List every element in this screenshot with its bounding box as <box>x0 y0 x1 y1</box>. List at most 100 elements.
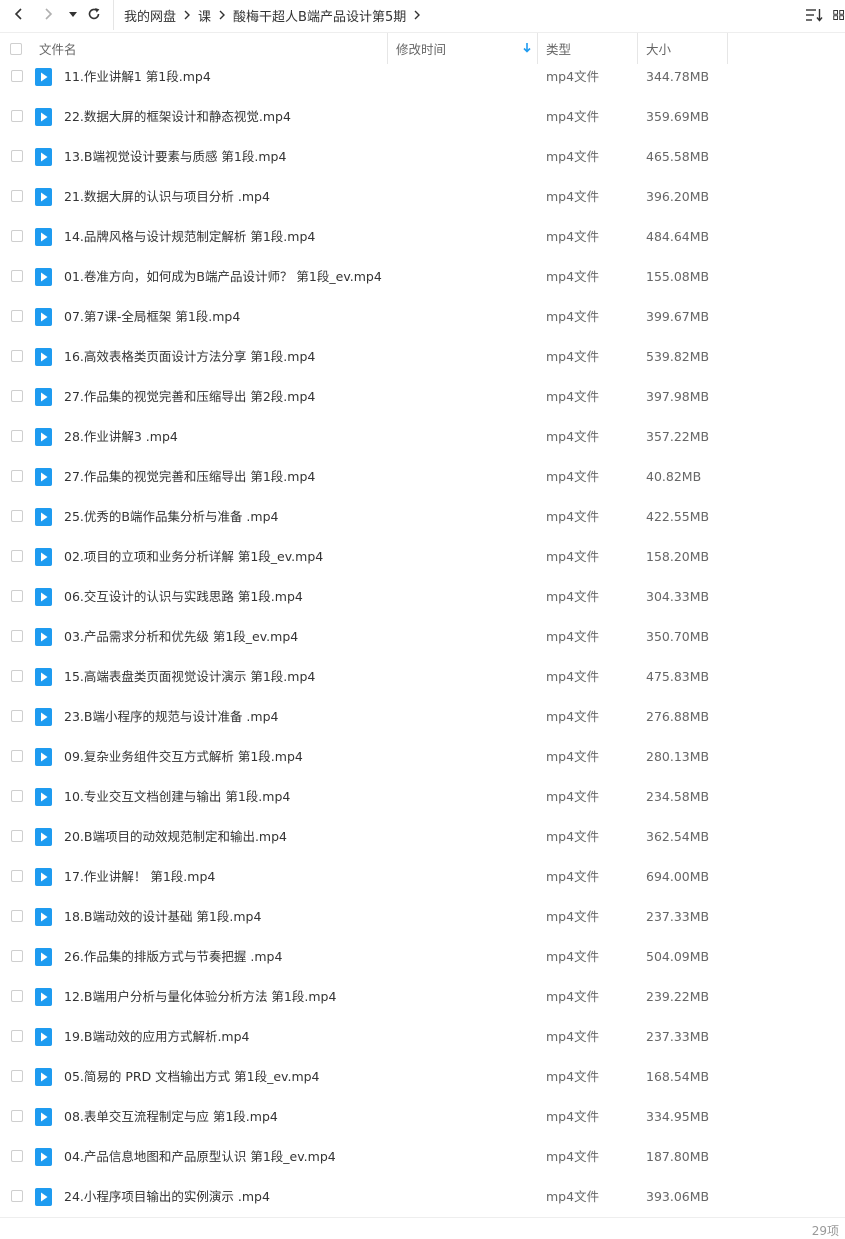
video-file-icon <box>35 308 52 326</box>
row-checkbox[interactable] <box>11 670 23 682</box>
row-checkbox[interactable] <box>11 910 23 922</box>
file-row[interactable]: 03.产品需求分析和优先级 第1段_ev.mp4 mp4文件 350.70MB <box>0 617 845 657</box>
file-name: 06.交互设计的认识与实践思路 第1段.mp4 <box>64 589 303 604</box>
file-row[interactable]: 02.项目的立项和业务分析详解 第1段_ev.mp4 mp4文件 158.20M… <box>0 537 845 577</box>
row-checkbox[interactable] <box>11 1190 23 1202</box>
file-size: 234.58MB <box>646 789 710 804</box>
forward-button[interactable] <box>37 3 59 25</box>
row-checkbox[interactable] <box>11 790 23 802</box>
file-type: mp4文件 <box>546 549 600 564</box>
file-row[interactable]: 28.作业讲解3 .mp4 mp4文件 357.22MB <box>0 417 845 457</box>
row-checkbox[interactable] <box>11 590 23 602</box>
video-file-icon <box>35 908 52 926</box>
row-checkbox[interactable] <box>11 830 23 842</box>
file-row[interactable]: 21.数据大屏的认识与项目分析 .mp4 mp4文件 396.20MB <box>0 177 845 217</box>
file-row[interactable]: 26.作品集的排版方式与节奏把握 .mp4 mp4文件 504.09MB <box>0 937 845 977</box>
select-all-checkbox[interactable] <box>10 42 22 55</box>
file-row[interactable]: 12.B端用户分析与量化体验分析方法 第1段.mp4 mp4文件 239.22M… <box>0 977 845 1017</box>
file-type: mp4文件 <box>546 229 600 244</box>
file-row[interactable]: 22.数据大屏的框架设计和静态视觉.mp4 mp4文件 359.69MB <box>0 97 845 137</box>
row-checkbox[interactable] <box>11 510 23 522</box>
file-row[interactable]: 05.简易的 PRD 文档输出方式 第1段_ev.mp4 mp4文件 168.5… <box>0 1057 845 1097</box>
row-checkbox[interactable] <box>11 710 23 722</box>
file-list: 11.作业讲解1 第1段.mp4 mp4文件 344.78MB 22.数据大屏的… <box>0 57 845 1217</box>
row-checkbox[interactable] <box>11 230 23 242</box>
file-size: 350.70MB <box>646 629 710 644</box>
column-header-modified-label: 修改时间 <box>396 42 447 57</box>
history-dropdown-button[interactable] <box>62 3 84 25</box>
file-type: mp4文件 <box>546 69 600 84</box>
row-checkbox[interactable] <box>11 190 23 202</box>
file-size: 475.83MB <box>646 669 710 684</box>
back-button[interactable] <box>8 3 30 25</box>
file-type: mp4文件 <box>546 1029 600 1044</box>
file-name: 21.数据大屏的认识与项目分析 .mp4 <box>64 189 270 204</box>
row-checkbox[interactable] <box>11 1030 23 1042</box>
row-checkbox[interactable] <box>11 110 23 122</box>
row-checkbox[interactable] <box>11 390 23 402</box>
row-checkbox[interactable] <box>11 750 23 762</box>
file-name: 24.小程序项目输出的实例演示 .mp4 <box>64 1189 270 1204</box>
refresh-icon <box>88 8 100 20</box>
row-checkbox[interactable] <box>11 630 23 642</box>
sort-menu-button[interactable] <box>803 4 825 26</box>
row-checkbox[interactable] <box>11 550 23 562</box>
file-name: 25.优秀的B端作品集分析与准备 .mp4 <box>64 509 279 524</box>
refresh-button[interactable] <box>83 3 105 25</box>
file-name: 02.项目的立项和业务分析详解 第1段_ev.mp4 <box>64 549 324 564</box>
file-row[interactable]: 24.小程序项目输出的实例演示 .mp4 mp4文件 393.06MB <box>0 1177 845 1217</box>
file-row[interactable]: 19.B端动效的应用方式解析.mp4 mp4文件 237.33MB <box>0 1017 845 1057</box>
file-size: 168.54MB <box>646 1069 710 1084</box>
video-file-icon <box>35 1108 52 1126</box>
file-type: mp4文件 <box>546 909 600 924</box>
row-checkbox[interactable] <box>11 270 23 282</box>
row-checkbox[interactable] <box>11 470 23 482</box>
file-name: 13.B端视觉设计要素与质感 第1段.mp4 <box>64 149 287 164</box>
file-row[interactable]: 14.品牌风格与设计规范制定解析 第1段.mp4 mp4文件 484.64MB <box>0 217 845 257</box>
grid-view-button[interactable] <box>833 4 845 26</box>
row-checkbox[interactable] <box>11 310 23 322</box>
file-row[interactable]: 27.作品集的视觉完善和压缩导出 第2段.mp4 mp4文件 397.98MB <box>0 377 845 417</box>
file-row[interactable]: 08.表单交互流程制定与应 第1段.mp4 mp4文件 334.95MB <box>0 1097 845 1137</box>
file-row[interactable]: 15.高端表盘类页面视觉设计演示 第1段.mp4 mp4文件 475.83MB <box>0 657 845 697</box>
breadcrumb: 我的网盘 课 酸梅干超人B端产品设计第5期 <box>113 0 428 30</box>
file-row[interactable]: 18.B端动效的设计基础 第1段.mp4 mp4文件 237.33MB <box>0 897 845 937</box>
file-row[interactable]: 09.复杂业务组件交互方式解析 第1段.mp4 mp4文件 280.13MB <box>0 737 845 777</box>
breadcrumb-item[interactable]: 课 <box>198 6 211 25</box>
video-file-icon <box>35 668 52 686</box>
row-checkbox[interactable] <box>11 150 23 162</box>
video-file-icon <box>35 948 52 966</box>
row-checkbox[interactable] <box>11 1150 23 1162</box>
file-size: 357.22MB <box>646 429 710 444</box>
column-header-type-label: 类型 <box>546 42 572 57</box>
file-name: 08.表单交互流程制定与应 第1段.mp4 <box>64 1109 278 1124</box>
row-checkbox[interactable] <box>11 990 23 1002</box>
file-type: mp4文件 <box>546 389 600 404</box>
row-checkbox[interactable] <box>11 1110 23 1122</box>
file-row[interactable]: 04.产品信息地图和产品原型认识 第1段_ev.mp4 mp4文件 187.80… <box>0 1137 845 1177</box>
row-checkbox[interactable] <box>11 430 23 442</box>
file-row[interactable]: 20.B端项目的动效规范制定和输出.mp4 mp4文件 362.54MB <box>0 817 845 857</box>
file-row[interactable]: 01.卷准方向，如何成为B端产品设计师？ 第1段_ev.mp4 mp4文件 15… <box>0 257 845 297</box>
file-name: 04.产品信息地图和产品原型认识 第1段_ev.mp4 <box>64 1149 336 1164</box>
row-checkbox[interactable] <box>11 350 23 362</box>
breadcrumb-item-current[interactable]: 酸梅干超人B端产品设计第5期 <box>233 6 406 25</box>
file-row[interactable]: 11.作业讲解1 第1段.mp4 mp4文件 344.78MB <box>0 57 845 97</box>
file-row[interactable]: 10.专业交互文档创建与输出 第1段.mp4 mp4文件 234.58MB <box>0 777 845 817</box>
row-checkbox[interactable] <box>11 870 23 882</box>
file-row[interactable]: 27.作品集的视觉完善和压缩导出 第1段.mp4 mp4文件 40.82MB <box>0 457 845 497</box>
row-checkbox[interactable] <box>11 70 23 82</box>
file-size: 187.80MB <box>646 1149 710 1164</box>
file-row[interactable]: 23.B端小程序的规范与设计准备 .mp4 mp4文件 276.88MB <box>0 697 845 737</box>
file-row[interactable]: 07.第7课-全局框架 第1段.mp4 mp4文件 399.67MB <box>0 297 845 337</box>
breadcrumb-item[interactable]: 我的网盘 <box>124 6 176 25</box>
file-row[interactable]: 13.B端视觉设计要素与质感 第1段.mp4 mp4文件 465.58MB <box>0 137 845 177</box>
row-checkbox[interactable] <box>11 950 23 962</box>
row-checkbox[interactable] <box>11 1070 23 1082</box>
chevron-left-icon <box>14 8 22 20</box>
file-row[interactable]: 17.作业讲解！ 第1段.mp4 mp4文件 694.00MB <box>0 857 845 897</box>
file-row[interactable]: 16.高效表格类页面设计方法分享 第1段.mp4 mp4文件 539.82MB <box>0 337 845 377</box>
file-row[interactable]: 06.交互设计的认识与实践思路 第1段.mp4 mp4文件 304.33MB <box>0 577 845 617</box>
file-row[interactable]: 25.优秀的B端作品集分析与准备 .mp4 mp4文件 422.55MB <box>0 497 845 537</box>
chevron-right-icon <box>182 9 192 21</box>
